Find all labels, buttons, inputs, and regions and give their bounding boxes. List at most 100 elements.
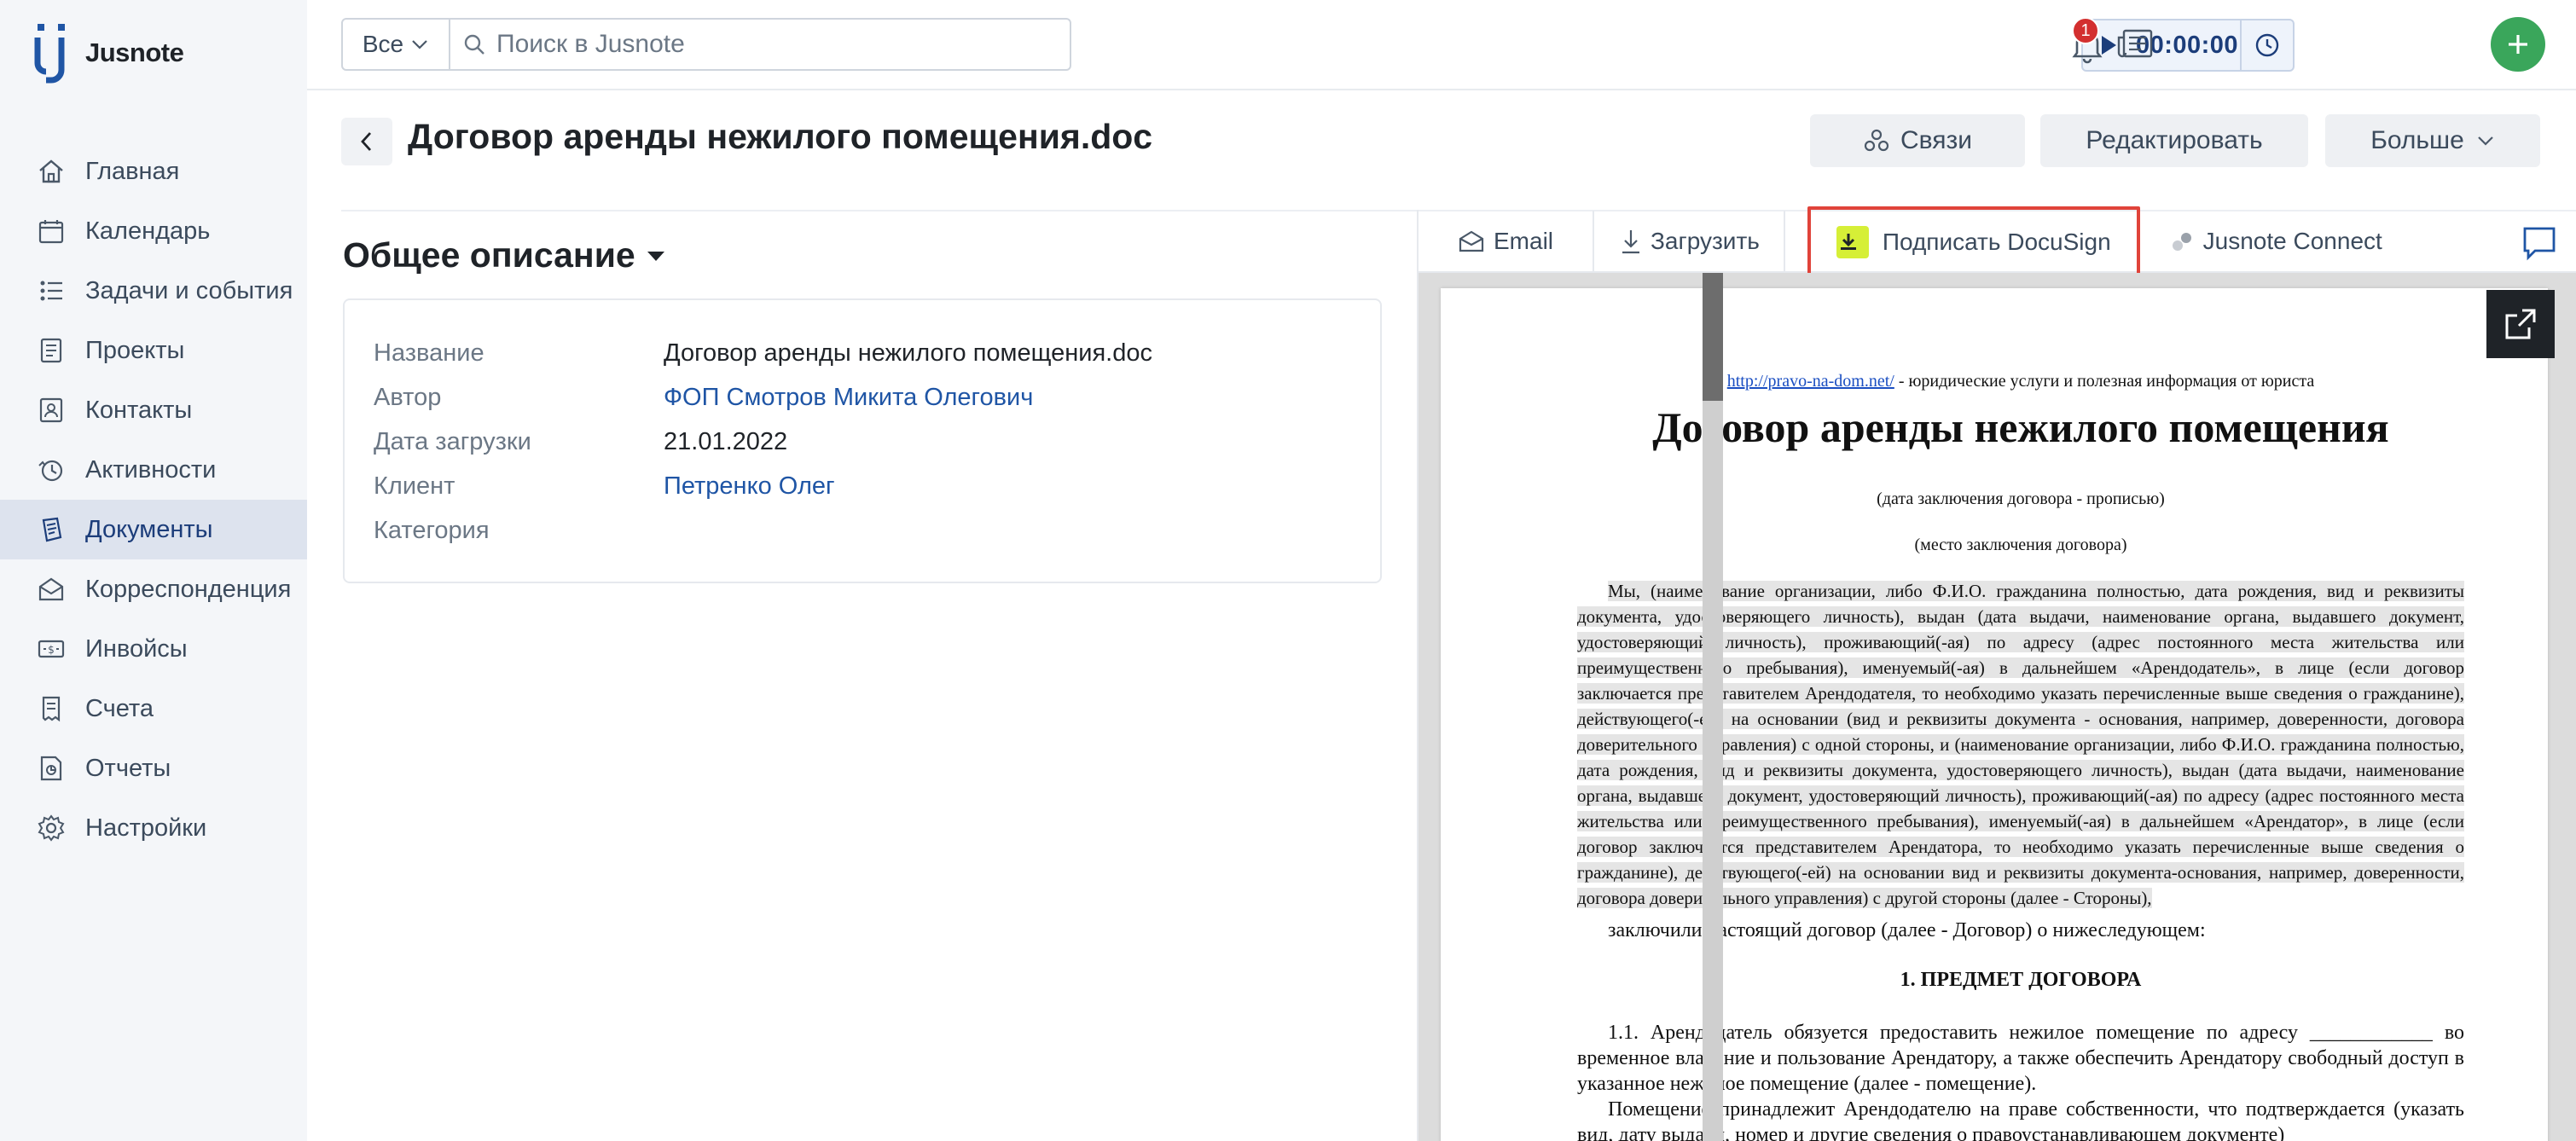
preview-toolbar: Email Загрузить Подписать DocuSign Jusno… [1419, 206, 2576, 278]
detail-key: Автор [374, 383, 442, 411]
tasks-icon [36, 275, 67, 306]
projects-icon [36, 335, 67, 366]
sidebar-item-label: Инвойсы [85, 634, 188, 663]
sidebar-item-calendar[interactable]: Календарь [0, 201, 307, 261]
sidebar-item-label: Документы [85, 515, 213, 543]
sidebar-item-label: Контакты [85, 396, 193, 424]
accounts-icon [36, 693, 67, 724]
news-icon[interactable] [2114, 22, 2158, 67]
email-icon [1459, 230, 1484, 252]
document-viewer[interactable]: http://pravo-na-dom.net/ - юридические у… [1419, 273, 2576, 1141]
sidebar-item-label: Отчеты [85, 754, 171, 782]
doc-source-text: - юридические услуги и полезная информац… [1894, 372, 2315, 391]
sidebar-item-tasks[interactable]: Задачи и события [0, 261, 307, 321]
more-button[interactable]: Больше [2325, 114, 2540, 167]
doc-source-link[interactable]: http://pravo-na-dom.net/ [1727, 372, 1894, 391]
back-button[interactable] [341, 118, 392, 165]
search-field [450, 20, 1070, 69]
sidebar-item-activity[interactable]: Активности [0, 440, 307, 500]
top-bar: Все 00:00:00 [307, 0, 2576, 90]
calendar-icon [36, 216, 67, 246]
detail-value: Договор аренды нежилого помещения.doc [664, 339, 1152, 367]
section-title[interactable]: Общее описание [343, 235, 666, 275]
docusign-label: Подписать DocuSign [1882, 229, 2111, 255]
links-button[interactable]: Связи [1810, 114, 2025, 167]
detail-row-category: Категория [374, 508, 664, 553]
detail-key: Клиент [374, 472, 455, 500]
page-title: Договор аренды нежилого помещения.doc [408, 117, 1153, 156]
more-label: Больше [2370, 126, 2464, 154]
search-input[interactable] [496, 30, 1008, 59]
search-icon [464, 34, 484, 55]
detail-key: Название [374, 339, 484, 367]
home-icon [36, 156, 67, 187]
email-label: Email [1494, 228, 1554, 254]
links-icon [1864, 129, 1889, 152]
detail-row-author: Автор ФОП Смотров Микита Олегович [374, 375, 1033, 420]
notification-badge: 1 [2072, 17, 2099, 44]
sidebar-item-home[interactable]: Главная [0, 142, 307, 201]
section-title-text: Общее описание [343, 235, 635, 275]
sidebar-item-label: Задачи и события [85, 276, 293, 304]
sidebar-item-label: Календарь [85, 217, 211, 245]
chevron-down-icon [2478, 136, 2493, 146]
timer-history-button[interactable] [2240, 20, 2293, 70]
sidebar-item-label: Главная [85, 157, 180, 185]
sidebar-nav: Главная Календарь Задачи и события Проек… [0, 142, 307, 858]
connect-label: Jusnote Connect [2202, 228, 2382, 254]
app-logo[interactable]: Jusnote [34, 22, 184, 84]
settings-icon [36, 813, 67, 843]
history-icon [2255, 33, 2279, 57]
jusnote-connect-tab[interactable]: Jusnote Connect [2140, 211, 2406, 272]
invoice-icon: $ [36, 634, 67, 664]
contacts-icon [36, 395, 67, 426]
sidebar-item-contacts[interactable]: Контакты [0, 380, 307, 440]
sidebar-item-projects[interactable]: Проекты [0, 321, 307, 380]
search-scope-select[interactable]: Все [343, 20, 450, 69]
chevron-down-icon [412, 40, 427, 49]
sidebar-item-documents[interactable]: Документы [0, 500, 307, 559]
docusign-sign-button[interactable]: Подписать DocuSign [1807, 206, 2140, 278]
detail-key: Дата загрузки [374, 427, 531, 455]
documents-icon [36, 514, 67, 545]
svg-text:$: $ [48, 644, 55, 656]
details-card: Название Договор аренды нежилого помещен… [343, 298, 1382, 583]
external-link-icon [2505, 309, 2536, 339]
search-bar: Все [341, 18, 1071, 71]
client-link[interactable]: Петренко Олег [664, 472, 835, 501]
edit-button[interactable]: Редактировать [2040, 114, 2308, 167]
sidebar-item-reports[interactable]: Отчеты [0, 738, 307, 798]
connect-icon [2172, 233, 2191, 251]
sidebar-item-label: Проекты [85, 336, 185, 364]
sidebar-item-label: Счета [85, 694, 154, 722]
caret-down-icon [647, 251, 664, 261]
comments-icon[interactable] [2516, 220, 2562, 266]
detail-row-upload-date: Дата загрузки 21.01.2022 [374, 420, 787, 464]
sidebar-item-label: Активности [85, 455, 217, 484]
jusnote-logo-icon [34, 24, 65, 84]
sidebar-item-label: Корреспонденция [85, 575, 292, 603]
mail-icon [36, 574, 67, 605]
add-button[interactable] [2491, 17, 2545, 72]
sidebar-item-accounts[interactable]: Счета [0, 679, 307, 738]
download-label: Загрузить [1651, 228, 1760, 254]
detail-row-client: Клиент Петренко Олег [374, 464, 835, 508]
download-icon [1622, 230, 1640, 254]
app-name: Jusnote [85, 38, 184, 67]
activity-icon [36, 455, 67, 485]
chevron-left-icon [361, 132, 372, 151]
plus-icon [2509, 35, 2527, 54]
email-tab[interactable]: Email [1419, 211, 1595, 272]
author-link[interactable]: ФОП Смотров Микита Олегович [664, 384, 1033, 412]
download-tab[interactable]: Загрузить [1594, 211, 1785, 272]
sidebar: Jusnote Главная Календарь Задачи и событ… [0, 0, 307, 1141]
open-external-button[interactable] [2486, 290, 2555, 358]
sidebar-item-invoices[interactable]: $ Инвойсы [0, 619, 307, 679]
sidebar-item-correspondence[interactable]: Корреспонденция [0, 559, 307, 619]
edit-label: Редактировать [2086, 126, 2263, 154]
detail-row-name: Название Договор аренды нежилого помещен… [374, 331, 1152, 375]
reports-icon [36, 753, 67, 784]
viewer-scrollbar[interactable] [1703, 273, 1723, 1141]
sidebar-item-settings[interactable]: Настройки [0, 798, 307, 858]
sidebar-item-label: Настройки [85, 814, 207, 842]
